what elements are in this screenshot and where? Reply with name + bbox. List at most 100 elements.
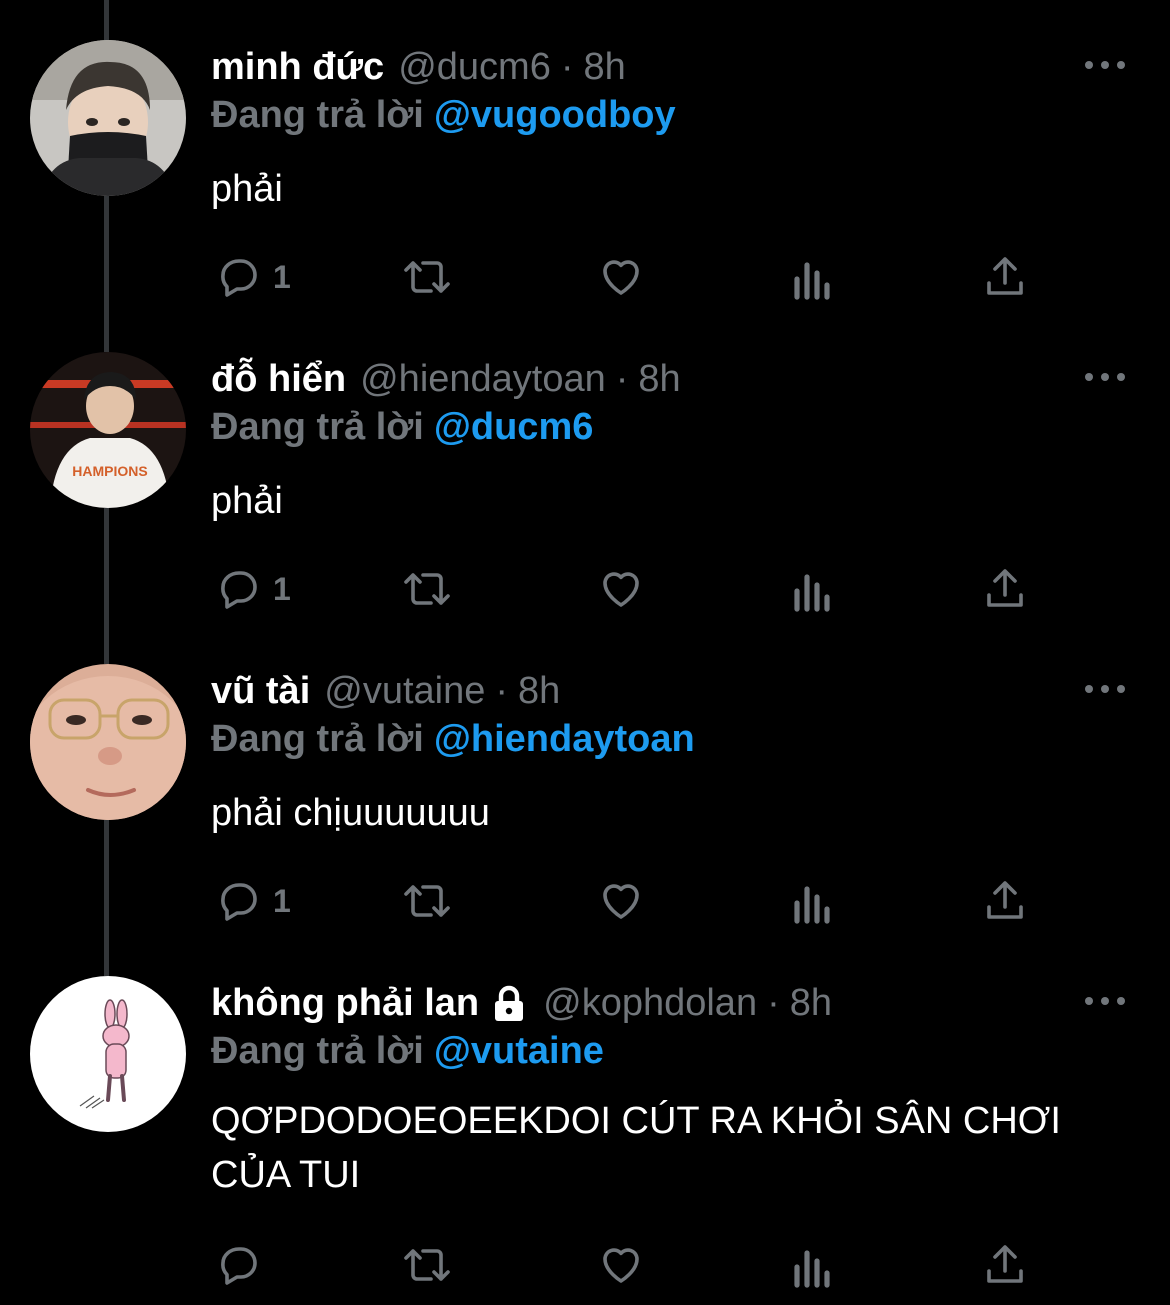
mention-link[interactable]: @vutaine bbox=[434, 1030, 604, 1072]
action-bar: 1 bbox=[211, 876, 1041, 926]
more-options-icon[interactable] bbox=[1085, 367, 1125, 387]
like-button[interactable] bbox=[597, 252, 645, 302]
tweet[interactable]: vũ tài @vutaine · 8h Đang trả lời @hienda… bbox=[0, 624, 1170, 936]
avatar[interactable] bbox=[30, 40, 186, 196]
like-icon bbox=[603, 1248, 639, 1283]
reply-count: 1 bbox=[273, 258, 291, 295]
share-button[interactable] bbox=[981, 1240, 1029, 1290]
tweet-header: đỗ hiển @hiendaytoan · 8h bbox=[211, 352, 681, 406]
tweet-text: phải chịuuuuuuu bbox=[211, 792, 490, 834]
mention-link[interactable]: @vugoodboy bbox=[434, 94, 676, 136]
reply-icon bbox=[221, 259, 257, 297]
avatar[interactable]: HAMPIONS bbox=[30, 352, 186, 508]
person-avatar-mask-icon bbox=[30, 40, 186, 196]
replying-label: Đang trả lời bbox=[211, 94, 424, 136]
tweet[interactable]: không phải lan @kophdolan · 8h Đang trả … bbox=[0, 936, 1170, 1305]
user-handle[interactable]: @vutaine bbox=[324, 670, 485, 713]
reply-count: 1 bbox=[273, 882, 291, 919]
timestamp[interactable]: 8h bbox=[790, 982, 832, 1025]
replying-to: Đang trả lời @hiendaytoan bbox=[211, 718, 695, 761]
share-icon bbox=[987, 569, 1023, 607]
avatar[interactable] bbox=[30, 976, 186, 1132]
action-bar: 1 bbox=[211, 564, 1041, 614]
retweet-button[interactable] bbox=[401, 252, 453, 302]
display-name[interactable]: minh đức bbox=[211, 46, 384, 89]
like-icon bbox=[603, 572, 639, 607]
display-name[interactable]: vũ tài bbox=[211, 670, 310, 713]
timestamp[interactable]: 8h bbox=[518, 670, 560, 713]
more-options-icon[interactable] bbox=[1085, 991, 1125, 1011]
tweet[interactable]: HAMPIONS đỗ hiển @hiendaytoan · 8h Đang … bbox=[0, 312, 1170, 624]
replying-to: Đang trả lời @vugoodboy bbox=[211, 94, 676, 137]
more-options-icon[interactable] bbox=[1085, 679, 1125, 699]
retweet-icon bbox=[404, 573, 450, 605]
analytics-icon bbox=[794, 262, 830, 300]
timestamp[interactable]: 8h bbox=[584, 46, 626, 89]
more-options-icon[interactable] bbox=[1085, 55, 1125, 75]
action-bar: 1 bbox=[211, 252, 1041, 302]
replying-to: Đang trả lời @ducm6 bbox=[211, 406, 593, 449]
analytics-icon bbox=[794, 1250, 830, 1288]
tweet-text: phải bbox=[211, 480, 283, 522]
retweet-button[interactable] bbox=[401, 1240, 453, 1290]
reply-icon bbox=[221, 571, 257, 609]
analytics-button[interactable] bbox=[791, 876, 835, 926]
share-icon bbox=[987, 1245, 1023, 1283]
tweet-text: phải bbox=[211, 168, 283, 210]
analytics-button[interactable] bbox=[791, 1240, 835, 1290]
reply-count: 1 bbox=[273, 570, 291, 607]
like-button[interactable] bbox=[597, 1240, 645, 1290]
tweet-header: không phải lan @kophdolan · 8h bbox=[211, 976, 832, 1030]
separator: · bbox=[560, 45, 574, 88]
share-button[interactable] bbox=[981, 252, 1029, 302]
display-name[interactable]: không phải lan bbox=[211, 982, 479, 1025]
user-handle[interactable]: @ducm6 bbox=[398, 46, 551, 89]
reply-icon bbox=[221, 883, 257, 921]
separator: · bbox=[767, 981, 780, 1024]
user-handle[interactable]: @kophdolan bbox=[543, 982, 757, 1025]
tweet[interactable]: minh đức @ducm6 · 8h Đang trả lời @vugood… bbox=[0, 0, 1170, 312]
reply-icon bbox=[221, 1247, 257, 1285]
tweet-header: vũ tài @vutaine · 8h bbox=[211, 664, 560, 718]
person-avatar-white-shirt-icon: HAMPIONS bbox=[30, 352, 186, 508]
replying-label: Đang trả lời bbox=[211, 718, 424, 760]
separator: · bbox=[615, 357, 629, 400]
analytics-button[interactable] bbox=[791, 252, 835, 302]
retweet-icon bbox=[404, 1249, 450, 1281]
timestamp[interactable]: 8h bbox=[638, 358, 680, 401]
like-button[interactable] bbox=[597, 564, 645, 614]
reply-button[interactable]: 1 bbox=[215, 564, 291, 614]
replying-to: Đang trả lời @vutaine bbox=[211, 1030, 604, 1073]
pink-bunny-avatar-icon bbox=[30, 976, 186, 1132]
reply-button[interactable]: 1 bbox=[215, 876, 291, 926]
display-name[interactable]: đỗ hiển bbox=[211, 358, 346, 401]
share-button[interactable] bbox=[981, 564, 1029, 614]
tweet-header: minh đức @ducm6 · 8h bbox=[211, 40, 626, 94]
share-icon bbox=[987, 881, 1023, 919]
replying-label: Đang trả lời bbox=[211, 1030, 424, 1072]
analytics-icon bbox=[794, 886, 830, 924]
retweet-icon bbox=[404, 885, 450, 917]
analytics-button[interactable] bbox=[791, 564, 835, 614]
action-bar bbox=[211, 1240, 1041, 1290]
avatar[interactable] bbox=[30, 664, 186, 820]
retweet-button[interactable] bbox=[401, 876, 453, 926]
person-avatar-glasses-icon bbox=[30, 664, 186, 820]
reply-button[interactable]: 1 bbox=[215, 252, 291, 302]
reply-button[interactable] bbox=[215, 1240, 263, 1290]
retweet-button[interactable] bbox=[401, 564, 453, 614]
like-button[interactable] bbox=[597, 876, 645, 926]
replying-label: Đang trả lời bbox=[211, 406, 424, 448]
mention-link[interactable]: @hiendaytoan bbox=[434, 718, 695, 760]
lock-icon bbox=[489, 983, 529, 1023]
separator: · bbox=[495, 669, 509, 712]
like-icon bbox=[603, 884, 639, 919]
tweet-text: QƠPDODOEOEEKDOI CÚT RA KHỎI SÂN CHƠI CỦA… bbox=[211, 1100, 1061, 1196]
share-icon bbox=[987, 257, 1023, 295]
share-button[interactable] bbox=[981, 876, 1029, 926]
mention-link[interactable]: @ducm6 bbox=[434, 406, 594, 448]
analytics-icon bbox=[794, 574, 830, 612]
user-handle[interactable]: @hiendaytoan bbox=[360, 358, 606, 401]
retweet-icon bbox=[404, 261, 450, 293]
reply-thread: minh đức @ducm6 · 8h Đang trả lời @vugood… bbox=[0, 0, 1170, 1305]
